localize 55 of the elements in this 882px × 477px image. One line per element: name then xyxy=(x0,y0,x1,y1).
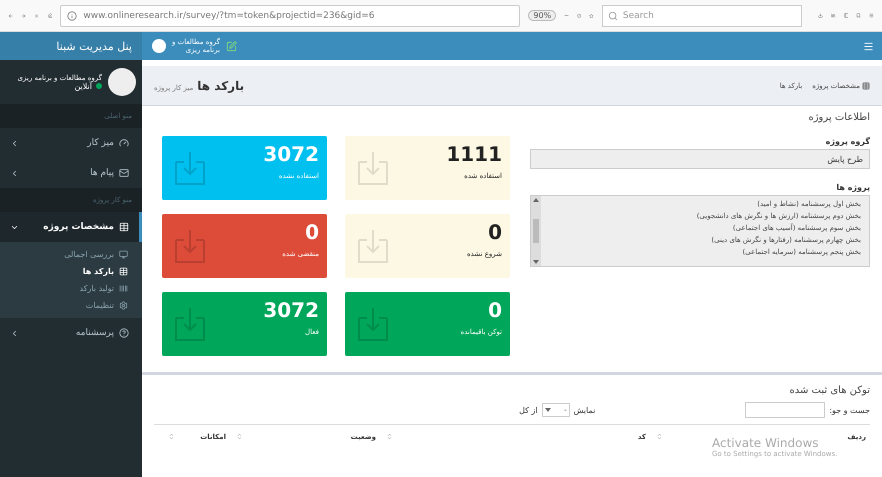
activation-title: Activate Windows xyxy=(712,436,820,450)
arrow-down-icon[interactable] xyxy=(544,408,551,412)
sort-icon xyxy=(168,433,175,440)
avatar-icon xyxy=(108,68,136,96)
menu-item-icon xyxy=(119,267,128,276)
user-status: آنلاین xyxy=(74,82,92,90)
section-title: اطلاعات پروژه xyxy=(807,112,870,123)
sidebar-item[interactable]: پرسشنامه xyxy=(0,318,142,348)
stat-value: 0 xyxy=(304,220,319,244)
brand-title[interactable]: پنل مدیریت شبنا xyxy=(0,32,142,60)
menu-icon[interactable] xyxy=(863,40,874,52)
length-label: نمایش xyxy=(574,406,596,414)
sidebar-item[interactable]: مشخصات پروژه xyxy=(0,212,142,242)
submenu-item[interactable]: تنظیمات xyxy=(0,297,142,314)
stat-value: 3072 xyxy=(263,298,319,322)
chevron-icon xyxy=(10,328,19,338)
stat-value: 0 xyxy=(487,220,502,244)
menu-item-icon xyxy=(119,138,129,148)
submenu-item[interactable]: بارکد ها xyxy=(0,263,142,280)
logo-icon xyxy=(152,39,166,53)
edit-icon[interactable] xyxy=(226,40,237,52)
stat-value: 0 xyxy=(487,298,502,322)
group-field: طرح پایش xyxy=(530,149,870,169)
arrow-down-icon[interactable] xyxy=(533,260,539,264)
search-label: جست و جو: xyxy=(829,406,870,414)
menu-item-icon xyxy=(119,168,129,178)
sidebar-item[interactable]: میز کار xyxy=(0,128,142,158)
stat-value: 3072 xyxy=(263,142,319,166)
page-title: بارکد ها xyxy=(197,78,244,92)
search-field[interactable] xyxy=(745,402,826,418)
menu-item-icon xyxy=(119,301,128,310)
submenu-item[interactable]: بررسی اجمالی xyxy=(0,246,142,263)
arrow-up-icon[interactable] xyxy=(533,198,539,202)
chevron-icon xyxy=(10,168,19,178)
menu-item-icon xyxy=(119,284,128,293)
chevron-icon xyxy=(10,138,19,148)
table-icon xyxy=(862,82,870,90)
zoom-level[interactable]: 90% xyxy=(528,10,556,21)
sort-icon xyxy=(386,433,393,440)
menu-item-icon xyxy=(119,250,128,259)
stat-value: 1111 xyxy=(446,142,502,166)
menu-item-icon xyxy=(119,328,129,338)
sort-icon xyxy=(656,433,663,440)
menu-item-icon xyxy=(119,222,129,232)
scrollbar[interactable] xyxy=(531,196,541,266)
search-field[interactable]: Search xyxy=(602,4,802,26)
sort-icon xyxy=(236,433,243,440)
address-bar[interactable]: www.onlineresearch.ir/survey/?tm=token&projectid=236&gid=6 xyxy=(60,4,520,26)
status-dot-icon xyxy=(96,83,102,89)
sidebar-item[interactable]: پیام ها xyxy=(0,158,142,188)
section-title: توکن های ثبت شده xyxy=(788,385,870,396)
field-label: پروژه ها xyxy=(835,183,870,192)
submenu-item[interactable]: تولید بارکد xyxy=(0,280,142,297)
length-label: از کل xyxy=(519,406,538,414)
field-label: گروه پروژه xyxy=(824,137,870,146)
